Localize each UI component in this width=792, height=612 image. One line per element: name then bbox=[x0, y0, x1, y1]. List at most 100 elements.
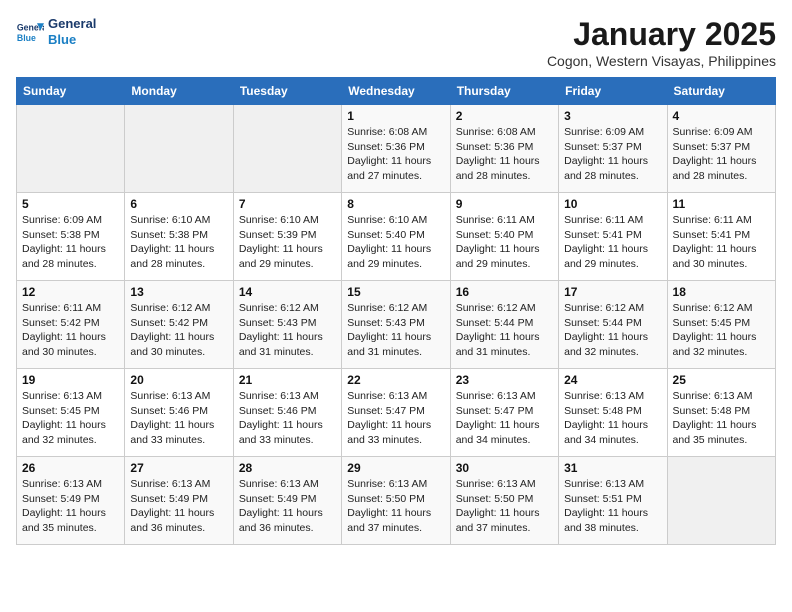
calendar-body: 1 Sunrise: 6:08 AMSunset: 5:36 PMDaylight… bbox=[17, 105, 776, 545]
day-info: Sunrise: 6:11 AMSunset: 5:42 PMDaylight:… bbox=[22, 301, 119, 360]
day-info: Sunrise: 6:13 AMSunset: 5:50 PMDaylight:… bbox=[456, 477, 553, 536]
day-info: Sunrise: 6:12 AMSunset: 5:44 PMDaylight:… bbox=[564, 301, 661, 360]
day-number: 18 bbox=[673, 285, 770, 299]
calendar-cell: 15Sunrise: 6:12 AMSunset: 5:43 PMDayligh… bbox=[342, 281, 450, 369]
day-number: 7 bbox=[239, 197, 336, 211]
day-number: 24 bbox=[564, 373, 661, 387]
day-number: 29 bbox=[347, 461, 444, 475]
calendar-week-row: 12 Sunrise: 6:11 AMSunset: 5:42 PMDayligh… bbox=[17, 281, 776, 369]
calendar-cell: 18 Sunrise: 6:12 AMSunset: 5:45 PMDayligh… bbox=[667, 281, 775, 369]
calendar-cell: 12 Sunrise: 6:11 AMSunset: 5:42 PMDayligh… bbox=[17, 281, 125, 369]
calendar-cell: 25Sunrise: 6:13 AMSunset: 5:48 PMDayligh… bbox=[667, 369, 775, 457]
calendar-cell: 6Sunrise: 6:10 AMSunset: 5:38 PMDaylight… bbox=[125, 193, 233, 281]
svg-text:Blue: Blue bbox=[17, 32, 36, 42]
day-info: Sunrise: 6:13 AMSunset: 5:49 PMDaylight:… bbox=[130, 477, 227, 536]
day-info: Sunrise: 6:09 AMSunset: 5:37 PMDaylight:… bbox=[673, 125, 770, 184]
day-info: Sunrise: 6:13 AMSunset: 5:46 PMDaylight:… bbox=[239, 389, 336, 448]
day-number: 2 bbox=[456, 109, 553, 123]
day-number: 3 bbox=[564, 109, 661, 123]
calendar-cell: 11Sunrise: 6:11 AMSunset: 5:41 PMDayligh… bbox=[667, 193, 775, 281]
day-number: 22 bbox=[347, 373, 444, 387]
day-number: 16 bbox=[456, 285, 553, 299]
day-number: 19 bbox=[22, 373, 119, 387]
day-number: 1 bbox=[347, 109, 444, 123]
location-subtitle: Cogon, Western Visayas, Philippines bbox=[547, 53, 776, 69]
day-info: Sunrise: 6:13 AMSunset: 5:49 PMDaylight:… bbox=[239, 477, 336, 536]
calendar-cell: 4 Sunrise: 6:09 AMSunset: 5:37 PMDaylight… bbox=[667, 105, 775, 193]
day-number: 21 bbox=[239, 373, 336, 387]
logo: General Blue General Blue bbox=[16, 16, 96, 47]
day-number: 25 bbox=[673, 373, 770, 387]
day-info: Sunrise: 6:13 AMSunset: 5:46 PMDaylight:… bbox=[130, 389, 227, 448]
day-number: 20 bbox=[130, 373, 227, 387]
calendar-cell: 31 Sunrise: 6:13 AMSunset: 5:51 PMDayligh… bbox=[559, 457, 667, 545]
calendar-cell: 26Sunrise: 6:13 AMSunset: 5:49 PMDayligh… bbox=[17, 457, 125, 545]
day-info: Sunrise: 6:12 AMSunset: 5:43 PMDaylight:… bbox=[239, 301, 336, 360]
day-number: 4 bbox=[673, 109, 770, 123]
day-number: 12 bbox=[22, 285, 119, 299]
day-number: 9 bbox=[456, 197, 553, 211]
weekday-header-friday: Friday bbox=[559, 78, 667, 105]
logo-icon: General Blue bbox=[16, 18, 44, 46]
day-info: Sunrise: 6:08 AMSunset: 5:36 PMDaylight:… bbox=[347, 125, 444, 184]
calendar-cell: 21 Sunrise: 6:13 AMSunset: 5:46 PMDayligh… bbox=[233, 369, 341, 457]
day-number: 31 bbox=[564, 461, 661, 475]
day-info: Sunrise: 6:12 AMSunset: 5:45 PMDaylight:… bbox=[673, 301, 770, 360]
weekday-header-monday: Monday bbox=[125, 78, 233, 105]
day-number: 13 bbox=[130, 285, 227, 299]
day-info: Sunrise: 6:11 AMSunset: 5:40 PMDaylight:… bbox=[456, 213, 553, 272]
calendar-cell: 10 Sunrise: 6:11 AMSunset: 5:41 PMDayligh… bbox=[559, 193, 667, 281]
day-info: Sunrise: 6:13 AMSunset: 5:50 PMDaylight:… bbox=[347, 477, 444, 536]
calendar-cell: 29 Sunrise: 6:13 AMSunset: 5:50 PMDayligh… bbox=[342, 457, 450, 545]
calendar-cell: 23 Sunrise: 6:13 AMSunset: 5:47 PMDayligh… bbox=[450, 369, 558, 457]
day-info: Sunrise: 6:13 AMSunset: 5:47 PMDaylight:… bbox=[347, 389, 444, 448]
calendar-cell: 1 Sunrise: 6:08 AMSunset: 5:36 PMDaylight… bbox=[342, 105, 450, 193]
calendar-cell: 13 Sunrise: 6:12 AMSunset: 5:42 PMDayligh… bbox=[125, 281, 233, 369]
day-info: Sunrise: 6:13 AMSunset: 5:51 PMDaylight:… bbox=[564, 477, 661, 536]
day-info: Sunrise: 6:09 AMSunset: 5:38 PMDaylight:… bbox=[22, 213, 119, 272]
day-info: Sunrise: 6:12 AMSunset: 5:44 PMDaylight:… bbox=[456, 301, 553, 360]
weekday-header-thursday: Thursday bbox=[450, 78, 558, 105]
calendar-cell: 24 Sunrise: 6:13 AMSunset: 5:48 PMDayligh… bbox=[559, 369, 667, 457]
calendar-cell: 17 Sunrise: 6:12 AMSunset: 5:44 PMDayligh… bbox=[559, 281, 667, 369]
day-info: Sunrise: 6:13 AMSunset: 5:48 PMDaylight:… bbox=[564, 389, 661, 448]
day-info: Sunrise: 6:10 AMSunset: 5:40 PMDaylight:… bbox=[347, 213, 444, 272]
weekday-header-sunday: Sunday bbox=[17, 78, 125, 105]
calendar-cell: 19 Sunrise: 6:13 AMSunset: 5:45 PMDayligh… bbox=[17, 369, 125, 457]
logo-blue: Blue bbox=[48, 32, 96, 48]
calendar-table: SundayMondayTuesdayWednesdayThursdayFrid… bbox=[16, 77, 776, 545]
calendar-cell bbox=[667, 457, 775, 545]
day-info: Sunrise: 6:08 AMSunset: 5:36 PMDaylight:… bbox=[456, 125, 553, 184]
day-info: Sunrise: 6:12 AMSunset: 5:42 PMDaylight:… bbox=[130, 301, 227, 360]
day-number: 10 bbox=[564, 197, 661, 211]
calendar-cell: 7 Sunrise: 6:10 AMSunset: 5:39 PMDaylight… bbox=[233, 193, 341, 281]
day-number: 6 bbox=[130, 197, 227, 211]
page-header: General Blue General Blue January 2025 C… bbox=[16, 16, 776, 69]
day-number: 23 bbox=[456, 373, 553, 387]
calendar-cell: 2 Sunrise: 6:08 AMSunset: 5:36 PMDaylight… bbox=[450, 105, 558, 193]
day-number: 27 bbox=[130, 461, 227, 475]
calendar-week-row: 5Sunrise: 6:09 AMSunset: 5:38 PMDaylight… bbox=[17, 193, 776, 281]
calendar-cell bbox=[233, 105, 341, 193]
day-number: 17 bbox=[564, 285, 661, 299]
day-info: Sunrise: 6:10 AMSunset: 5:39 PMDaylight:… bbox=[239, 213, 336, 272]
day-info: Sunrise: 6:12 AMSunset: 5:43 PMDaylight:… bbox=[347, 301, 444, 360]
title-block: January 2025 Cogon, Western Visayas, Phi… bbox=[547, 16, 776, 69]
day-info: Sunrise: 6:11 AMSunset: 5:41 PMDaylight:… bbox=[564, 213, 661, 272]
calendar-header-row: SundayMondayTuesdayWednesdayThursdayFrid… bbox=[17, 78, 776, 105]
day-info: Sunrise: 6:13 AMSunset: 5:45 PMDaylight:… bbox=[22, 389, 119, 448]
calendar-cell: 14 Sunrise: 6:12 AMSunset: 5:43 PMDayligh… bbox=[233, 281, 341, 369]
calendar-cell: 16 Sunrise: 6:12 AMSunset: 5:44 PMDayligh… bbox=[450, 281, 558, 369]
day-info: Sunrise: 6:13 AMSunset: 5:47 PMDaylight:… bbox=[456, 389, 553, 448]
weekday-header-tuesday: Tuesday bbox=[233, 78, 341, 105]
calendar-cell: 22 Sunrise: 6:13 AMSunset: 5:47 PMDayligh… bbox=[342, 369, 450, 457]
day-number: 14 bbox=[239, 285, 336, 299]
calendar-week-row: 19 Sunrise: 6:13 AMSunset: 5:45 PMDayligh… bbox=[17, 369, 776, 457]
day-number: 11 bbox=[673, 197, 770, 211]
calendar-cell: 27 Sunrise: 6:13 AMSunset: 5:49 PMDayligh… bbox=[125, 457, 233, 545]
calendar-cell: 28 Sunrise: 6:13 AMSunset: 5:49 PMDayligh… bbox=[233, 457, 341, 545]
day-number: 28 bbox=[239, 461, 336, 475]
calendar-cell: 8Sunrise: 6:10 AMSunset: 5:40 PMDaylight… bbox=[342, 193, 450, 281]
day-number: 26 bbox=[22, 461, 119, 475]
day-number: 30 bbox=[456, 461, 553, 475]
